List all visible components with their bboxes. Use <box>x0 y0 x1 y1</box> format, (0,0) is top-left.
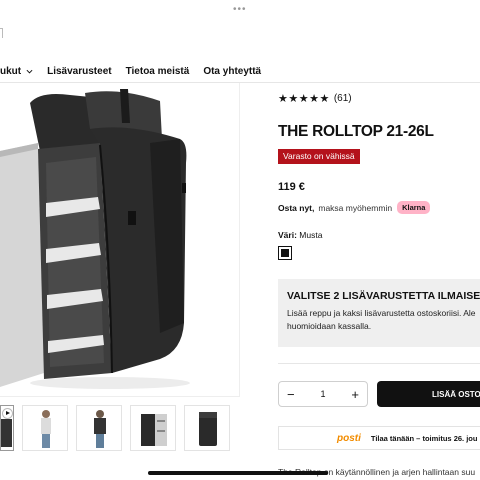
star-rating-icon: ★★★★★ <box>278 93 330 105</box>
quantity-decrease-button[interactable]: − <box>287 388 295 401</box>
quantity-stepper: − 1 + <box>278 381 368 407</box>
chevron-down-icon <box>26 69 33 73</box>
top-handle-dots: ••• <box>233 4 247 15</box>
backpack-image <box>0 89 190 389</box>
color-value: Musta <box>299 230 323 240</box>
klarna-badge[interactable]: Klarna <box>397 201 431 214</box>
logo-fragment <box>0 28 3 38</box>
product-title: THE ROLLTOP 21-26L <box>278 123 434 140</box>
klarna-text: maksa myöhemmin <box>318 202 393 213</box>
color-swatch-black[interactable] <box>278 246 292 260</box>
main-nav: ukut Lisävarusteet Tietoa meistä Ota yht… <box>0 64 275 78</box>
nav-item-contact[interactable]: Ota yhteyttä <box>203 66 261 77</box>
posti-logo: posti <box>337 432 361 444</box>
klarna-bold-text: Osta nyt, <box>278 202 315 213</box>
promo-text-line-2: huomioidaan kassalla. <box>287 320 372 331</box>
shipping-text: Tilaa tänään – toimitus 26. jou <box>370 433 478 443</box>
nav-item-accessories[interactable]: Lisävarusteet <box>47 66 111 77</box>
thumbnail-image[interactable] <box>22 405 68 451</box>
nav-item-about[interactable]: Tietoa meistä <box>126 66 190 77</box>
thumbnail-image[interactable] <box>76 405 122 451</box>
stock-status-badge: Varasto on vähissä <box>278 149 360 164</box>
section-divider <box>278 363 480 364</box>
promo-box: VALITSE 2 LISÄVARUSTETTA ILMAISE Lisää r… <box>278 279 480 347</box>
thumbnail-strip <box>0 405 240 453</box>
klarna-info: Osta nyt, maksa myöhemmin Klarna <box>278 201 431 214</box>
product-price: 119 € <box>278 181 305 193</box>
thumbnail-video[interactable] <box>0 405 14 451</box>
product-rating[interactable]: ★★★★★ (61) <box>278 92 352 105</box>
promo-text-line-1: Lisää reppu ja kaksi lisävarustetta osto… <box>287 308 476 318</box>
nav-item-products[interactable]: ukut <box>0 66 33 77</box>
thumbnail-image[interactable] <box>130 405 176 451</box>
quantity-value[interactable]: 1 <box>320 389 325 399</box>
thumbnail-image[interactable] <box>184 405 230 451</box>
color-label: Väri: Musta <box>278 230 323 240</box>
rating-count: (61) <box>333 93 352 104</box>
promo-heading: VALITSE 2 LISÄVARUSTETTA ILMAISE <box>287 290 480 302</box>
play-icon <box>3 409 12 418</box>
quantity-increase-button[interactable]: + <box>351 388 359 401</box>
add-to-cart-button[interactable]: LISÄÄ OSTO <box>377 381 480 407</box>
shipping-info: posti Tilaa tänään – toimitus 26. jou <box>278 426 480 450</box>
home-indicator[interactable] <box>148 471 328 475</box>
product-main-image[interactable] <box>0 83 240 397</box>
